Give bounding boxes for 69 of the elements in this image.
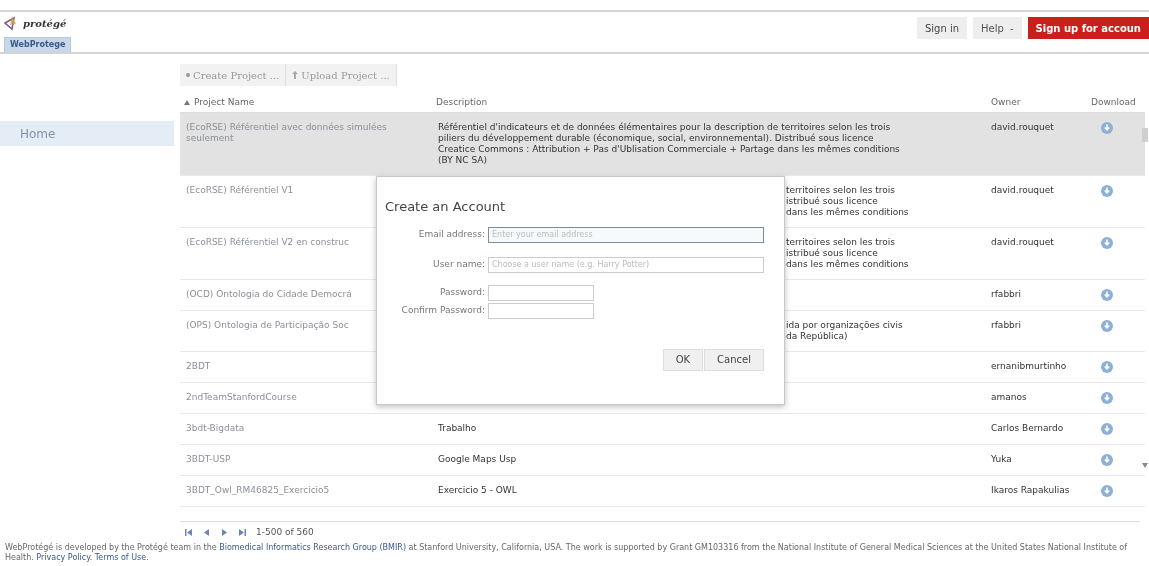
owner-cell: david.rouquet <box>987 112 1087 175</box>
last-page-icon[interactable] <box>238 527 247 537</box>
project-name[interactable]: 3BDT_Owl_RM46825_Exercicio5 <box>186 484 330 496</box>
sign-in-button[interactable]: Sign in <box>916 17 968 39</box>
description-cell-text: territoires selon les trois istribué sous licence dans les mêmes conditions <box>786 184 910 218</box>
description-cell-text: Trabalho <box>438 422 478 434</box>
download-icon[interactable] <box>1101 288 1113 301</box>
project-name[interactable]: (EcoRSE) Référentiel V2 en construc <box>186 236 349 248</box>
owner-cell: david.rouquet <box>987 175 1087 227</box>
column-header[interactable]: Project Name <box>180 94 432 112</box>
field-label: Email address: <box>417 227 485 241</box>
description-cell-text: Google Maps Usp <box>438 453 518 465</box>
description-cell-text: Exercicio 5 - OWL <box>438 484 518 496</box>
ok-button[interactable]: OK <box>662 348 704 371</box>
owner-cell: Carlos Bernardo <box>987 413 1087 444</box>
project-name[interactable]: 3bdt-Bigdata <box>186 422 245 434</box>
column-header[interactable]: Description <box>432 94 987 112</box>
column-header[interactable]: Download <box>1087 94 1145 112</box>
sidebar-item[interactable]: Home <box>0 121 174 146</box>
column-header[interactable]: Owner <box>987 94 1087 112</box>
project-name[interactable]: (OCD) Ontologia do Cidade Democrá <box>186 288 352 300</box>
previous-page-icon[interactable] <box>202 527 211 537</box>
webprotege-tab[interactable]: WebProtege <box>4 37 72 52</box>
create-project-button[interactable]: Create Project ... <box>180 64 287 86</box>
scroll-down-icon[interactable] <box>1141 463 1148 468</box>
owner-cell: rfabbri <box>987 279 1087 310</box>
logo-text: protégé <box>23 16 67 31</box>
project-name[interactable]: 2ndTeamStanfordCourse <box>186 391 297 403</box>
upload-project-button[interactable]: Upload Project ... <box>286 64 397 86</box>
cancel-button[interactable]: Cancel <box>704 348 764 371</box>
owner-cell: amanos <box>987 382 1087 413</box>
project-name[interactable]: 2BDT <box>186 360 211 372</box>
project-name[interactable]: 3BDT-USP <box>186 453 231 465</box>
download-icon[interactable] <box>1101 422 1113 435</box>
sign-up-button[interactable]: Sign up for accoun <box>1027 17 1149 39</box>
dialog-title: Create an Account <box>385 198 507 216</box>
scrollbar-thumb[interactable] <box>1141 128 1148 142</box>
next-page-icon[interactable] <box>220 527 229 537</box>
project-name[interactable]: (EcoRSE) Référentiel avec données simulées seulement <box>186 121 418 144</box>
owner-cell: Ikaros Rapakulias <box>987 475 1087 506</box>
description-cell-text: ida por organizações civis da República) <box>786 319 904 342</box>
download-icon[interactable] <box>1101 236 1113 249</box>
project-name[interactable]: (EcoRSE) Référentiel V1 <box>186 184 294 196</box>
download-icon[interactable] <box>1101 391 1113 404</box>
owner-cell: david.rouquet <box>987 227 1087 279</box>
footer-link[interactable]: Privacy Policy <box>36 553 90 562</box>
first-page-icon[interactable] <box>184 527 193 537</box>
download-icon[interactable] <box>1101 453 1113 466</box>
footer-link[interactable]: Biomedical Informatics Research Group (BMIR) <box>219 543 406 552</box>
field-label: Password: <box>438 285 485 299</box>
download-icon[interactable] <box>1101 484 1113 497</box>
upload-icon <box>292 71 299 79</box>
description-cell-text: territoires selon les trois istribué sous licence dans les mêmes conditions <box>786 236 910 270</box>
field-label: User name: <box>432 257 485 271</box>
footer-text: WebProtégé is developed by the Protégé team in the Biomedical Informatics Research Group (BMIR) at Stanford University, California, USA. The work is supported by Grant GM103316 from the National Institute of General Medical Sciences at the United States National Institute of Health. Privacy Policy. Terms of Use. <box>5 543 1129 563</box>
description-cell-text: Référentiel d'indicateurs et de données élémentaires pour la description de territoires selon les trois piliers du développement durable (économique, social, environnemental). Distribué sous licence Creatice Commons : Attribution + Pas d'Ublisation Commerciale + Partage dans les mêmes conditions (BY NC SA) <box>438 121 901 166</box>
help-menu-button[interactable]: Help - <box>973 17 1022 39</box>
password-field[interactable] <box>488 302 594 319</box>
field-label: Confirm Password: <box>400 303 485 317</box>
download-icon[interactable] <box>1101 184 1113 197</box>
download-icon[interactable] <box>1101 121 1113 134</box>
owner-cell: Yuka <box>987 444 1087 475</box>
owner-cell: ernanibmurtinho <box>987 351 1087 382</box>
download-icon[interactable] <box>1101 319 1113 332</box>
owner-cell: rfabbri <box>987 310 1087 351</box>
project-name[interactable]: (OPS) Ontologia de Participação Soc <box>186 319 349 331</box>
page-range: 1-500 of 560 <box>256 525 314 539</box>
password-field[interactable] <box>488 284 594 301</box>
download-icon[interactable] <box>1101 360 1113 373</box>
